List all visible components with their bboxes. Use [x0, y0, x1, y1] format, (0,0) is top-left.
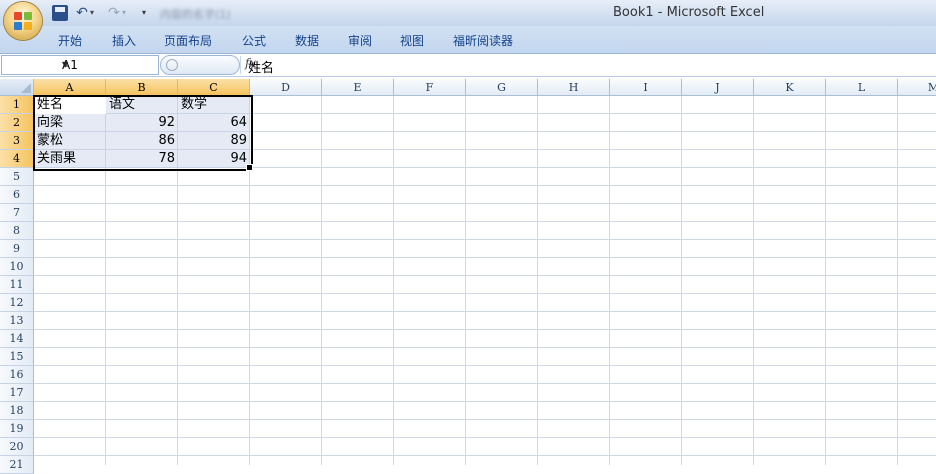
customize-toolbar-icon[interactable]: ▾	[142, 5, 158, 21]
row-header-3[interactable]: 3	[0, 132, 34, 150]
column-header-d[interactable]: D	[250, 79, 322, 96]
column-header-l[interactable]: L	[826, 79, 898, 96]
column-header-k[interactable]: K	[754, 79, 826, 96]
column-header-f[interactable]: F	[394, 79, 466, 96]
row-header-19[interactable]: 19	[0, 420, 34, 438]
row-header-4[interactable]: 4	[0, 150, 34, 168]
ribbon-tab-bar: 开始 插入 页面布局 公式 数据 审阅 视图 福昕阅读器	[0, 26, 936, 54]
row-header-9[interactable]: 9	[0, 240, 34, 258]
row-header-2[interactable]: 2	[0, 114, 34, 132]
blurred-document-name: 内容的名字(1)	[160, 8, 231, 21]
name-box[interactable]: A1 ▼	[1, 55, 159, 75]
tab-insert[interactable]: 插入	[112, 32, 136, 49]
column-header-c[interactable]: C	[178, 79, 250, 96]
quick-access-toolbar: ↶ ▾ ↷ ▾ ▾ 内容的名字(1)	[46, 3, 256, 23]
column-header-e[interactable]: E	[322, 79, 394, 96]
column-header-j[interactable]: J	[682, 79, 754, 96]
row-header-1[interactable]: 1	[0, 96, 34, 114]
redo-icon[interactable]: ↷	[106, 5, 122, 21]
row-header-8[interactable]: 8	[0, 222, 34, 240]
tab-page-layout[interactable]: 页面布局	[164, 32, 212, 49]
row-header-13[interactable]: 13	[0, 312, 34, 330]
column-header-b[interactable]: B	[106, 79, 178, 96]
row-header-17[interactable]: 17	[0, 384, 34, 402]
row-header-14[interactable]: 14	[0, 330, 34, 348]
row-header-20[interactable]: 20	[0, 438, 34, 456]
column-header-i[interactable]: I	[610, 79, 682, 96]
formula-divider	[240, 56, 241, 74]
undo-icon[interactable]: ↶	[74, 5, 90, 21]
tab-view[interactable]: 视图	[400, 32, 424, 49]
title-bar: ↶ ▾ ↷ ▾ ▾ 内容的名字(1) Book1 - Microsoft Exc…	[0, 0, 936, 26]
row-header-16[interactable]: 16	[0, 366, 34, 384]
column-header-m[interactable]: M	[898, 79, 936, 96]
selection-border	[33, 95, 253, 171]
row-header-7[interactable]: 7	[0, 204, 34, 222]
select-all-corner[interactable]	[0, 79, 34, 96]
tab-data[interactable]: 数据	[295, 32, 319, 49]
office-button[interactable]	[4, 2, 42, 40]
row-header-12[interactable]: 12	[0, 294, 34, 312]
zoom-lens-icon	[166, 59, 178, 71]
row-header-10[interactable]: 10	[0, 258, 34, 276]
tab-foxit-reader[interactable]: 福昕阅读器	[453, 32, 513, 49]
fill-handle[interactable]	[246, 164, 253, 171]
formula-input[interactable]: 姓名	[248, 57, 274, 76]
row-header-11[interactable]: 11	[0, 276, 34, 294]
row-header-6[interactable]: 6	[0, 186, 34, 204]
office-logo-icon	[14, 12, 32, 30]
column-header-a[interactable]: A	[34, 79, 106, 96]
tab-formulas[interactable]: 公式	[242, 32, 266, 49]
row-header-15[interactable]: 15	[0, 348, 34, 366]
tab-home[interactable]: 开始	[58, 32, 82, 49]
save-icon[interactable]	[52, 5, 68, 21]
row-header-5[interactable]: 5	[0, 168, 34, 186]
formula-bar: A1 ▼ fx 姓名	[0, 54, 936, 77]
tab-review[interactable]: 审阅	[348, 32, 372, 49]
row-header-21[interactable]: 21	[0, 456, 34, 474]
formula-bar-expander[interactable]	[160, 55, 240, 75]
column-header-g[interactable]: G	[466, 79, 538, 96]
name-box-dropdown-icon[interactable]: ▼	[62, 60, 155, 69]
window-title: Book1 - Microsoft Excel	[613, 5, 765, 20]
row-header-18[interactable]: 18	[0, 402, 34, 420]
undo-dropdown-icon[interactable]: ▾	[90, 5, 106, 21]
column-header-h[interactable]: H	[538, 79, 610, 96]
redo-dropdown-icon[interactable]: ▾	[122, 5, 138, 21]
